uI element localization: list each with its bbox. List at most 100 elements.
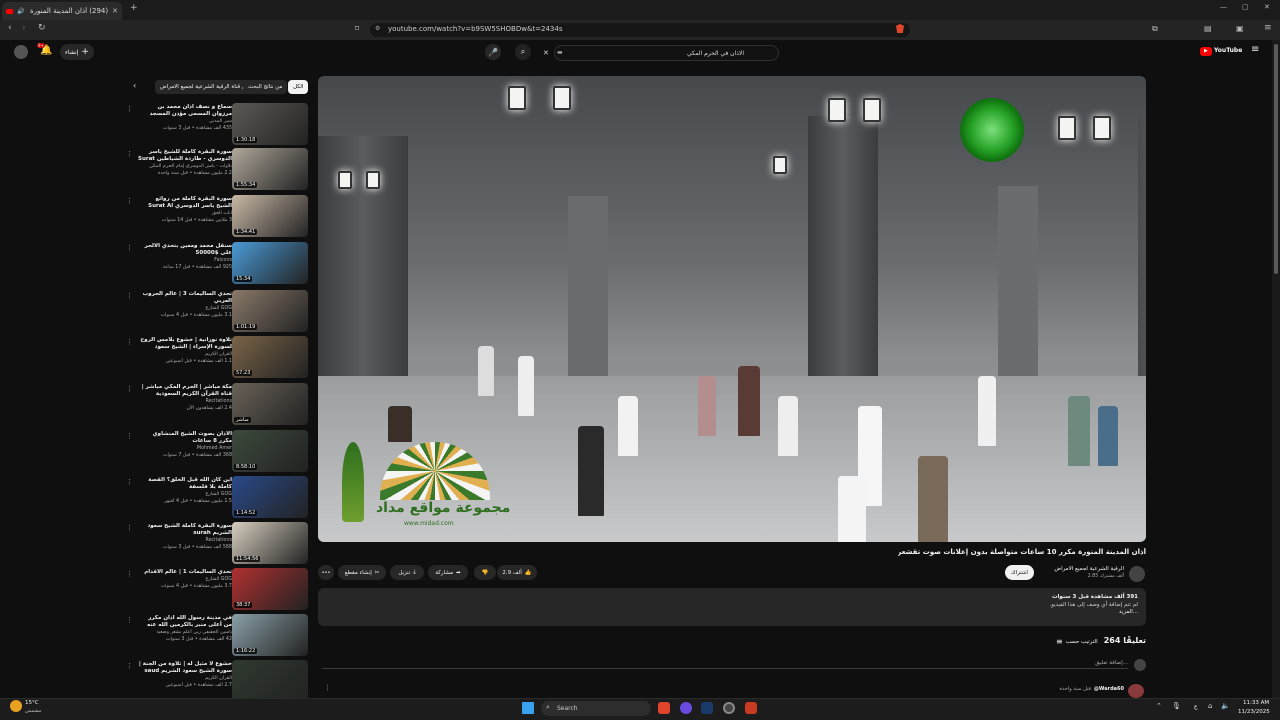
recommendation-menu-icon[interactable]: ⋮ xyxy=(126,197,133,205)
tray-chevron-icon[interactable]: ⌃ xyxy=(1156,702,1162,710)
search-input[interactable]: الاذان في الحرم المكي ✕ ▬ xyxy=(543,45,779,61)
clear-search-icon[interactable]: ✕ xyxy=(543,49,549,57)
messenger-taskbar-icon[interactable] xyxy=(680,702,692,714)
chip-all[interactable]: الكل xyxy=(288,80,309,94)
recommendation-item[interactable]: 1:14:52 أين كان الله قبل الخلق؟ القصة كام… xyxy=(126,476,308,518)
recommendation-thumbnail[interactable]: 1:34:41 xyxy=(232,195,308,237)
recommendation-thumbnail[interactable]: 1:01:19 xyxy=(232,290,308,332)
chrome-taskbar-icon[interactable] xyxy=(723,702,735,714)
recommendation-title[interactable]: سورة البقرة كاملة للشيخ ياسر الدوسري - ط… xyxy=(138,149,232,163)
recommendation-item[interactable]: 38:37 تحدي الساليمات 1 | عالم الأقدام GOG … xyxy=(126,568,308,610)
more-actions-button[interactable]: ••• xyxy=(318,565,334,580)
channel-name[interactable]: الرقية الشرعية لجميع الامراض xyxy=(1036,566,1124,572)
recommendation-channel[interactable]: سير المدني xyxy=(138,118,232,125)
brave-taskbar-icon[interactable] xyxy=(658,702,670,714)
recommendation-channel[interactable]: Mohmed Amer xyxy=(138,445,232,452)
chips-prev-icon[interactable]: ‹ xyxy=(133,81,136,90)
recommendation-menu-icon[interactable]: ⋮ xyxy=(126,524,133,532)
recommendation-title[interactable]: تحدي الساليمات 1 | عالم الأقدام xyxy=(138,569,232,576)
clock-time[interactable]: 11:33 AM xyxy=(1243,700,1269,706)
recommendation-item[interactable]: 1:01:19 تحدي الساليمات 3 | عالم الحروب ال… xyxy=(126,290,308,332)
brave-alt-taskbar-icon[interactable] xyxy=(745,702,757,714)
recommendation-menu-icon[interactable]: ⋮ xyxy=(126,432,133,440)
recommendation-title[interactable]: في مدينة رسول الله أذان مكرر من أعلى منب… xyxy=(138,615,232,629)
recommendation-item[interactable]: 15:34 سنقل محمد ومعين بتحدي الالحر على $5… xyxy=(126,242,308,284)
video-player[interactable]: مجموعة مواقع مداد www.midad.com xyxy=(318,76,1146,542)
add-comment-input[interactable]: إضافة تعليق... xyxy=(322,660,1128,669)
chip-channel[interactable]: من قناة الرقية الشرعية لجميع الامراض xyxy=(155,80,255,94)
recommendation-title[interactable]: سنقل محمد ومعين بتحدي الالحر على $50000 xyxy=(138,243,232,257)
recommendation-menu-icon[interactable]: ⋮ xyxy=(126,105,133,113)
recommendation-channel[interactable]: GOG الشارع xyxy=(138,576,232,583)
download-button[interactable]: تنزيل ⤓ xyxy=(390,565,424,580)
recommendation-title[interactable]: تحدي الساليمات 3 | عالم الحروب العربي xyxy=(138,291,232,305)
sort-button[interactable]: ≡ الترتيب حسب xyxy=(1056,637,1098,646)
recommendation-thumbnail[interactable]: 15:34 xyxy=(232,242,308,284)
weather-icon[interactable] xyxy=(10,700,22,712)
extensions-icon[interactable]: ⧉ xyxy=(1152,24,1158,34)
comment-menu-icon[interactable]: ⋮ xyxy=(324,684,331,692)
new-tab-button[interactable]: + xyxy=(130,3,138,13)
recommendation-title[interactable]: سورة البقرة كاملة من روائع الشيخ ياسر ال… xyxy=(138,196,232,210)
wallet-icon[interactable]: ▣ xyxy=(1236,24,1244,33)
recommendation-title[interactable]: سورة البقرة كاملة الشيخ سعود الشريم sura… xyxy=(138,523,232,537)
menu-icon[interactable]: ≡ xyxy=(1264,23,1272,33)
tray-lang[interactable]: ع xyxy=(1194,703,1198,710)
guide-menu-icon[interactable]: ≡ xyxy=(1251,44,1259,55)
recommendation-title[interactable]: خشوع لا مثيل له | تلاوة من الجنة | سورة … xyxy=(138,661,232,675)
maximize-button[interactable]: ▢ xyxy=(1242,3,1249,11)
channel-avatar[interactable] xyxy=(1129,566,1145,582)
dislike-button[interactable]: 👎 xyxy=(474,565,496,580)
recommendation-channel[interactable]: Recitations xyxy=(138,398,232,405)
voice-search-button[interactable]: 🎤 xyxy=(485,44,501,60)
share-button[interactable]: مشاركة ➦ xyxy=(428,565,468,580)
back-icon[interactable]: ‹ xyxy=(8,23,12,33)
recommendation-channel[interactable]: ياسين الحقيقي ربي أعلم يشعر وضعية xyxy=(138,629,232,636)
recommendation-item[interactable]: مباشر مكة مباشر | الحرم المكي مباشر | قنا… xyxy=(126,383,308,425)
description-more[interactable]: ...المزيد xyxy=(326,609,1138,615)
recommendation-thumbnail[interactable] xyxy=(232,660,308,702)
recommendation-channel[interactable]: Falcons xyxy=(138,257,232,264)
site-info-icon[interactable]: ⚙ xyxy=(375,25,380,32)
tray-mic-icon[interactable]: 🎙 xyxy=(1172,702,1181,710)
recommendation-thumbnail[interactable]: 1:30:18 xyxy=(232,103,308,145)
recommendation-title[interactable]: الأذان بصوت الشيخ المنشاوي مكرر 8 ساعات xyxy=(138,431,232,445)
close-window-button[interactable]: ✕ xyxy=(1264,3,1270,11)
sidebar-icon[interactable]: ▤ xyxy=(1204,24,1212,33)
recommendation-title[interactable]: أين كان الله قبل الخلق؟ القصة كاملة بلا … xyxy=(138,477,232,491)
minimize-button[interactable]: — xyxy=(1220,3,1227,11)
recommendation-item[interactable]: 1:16:22 في مدينة رسول الله أذان مكرر من أ… xyxy=(126,614,308,656)
recommendation-thumbnail[interactable]: 38:37 xyxy=(232,568,308,610)
subscribe-button[interactable]: اشتراك xyxy=(1005,565,1034,580)
scrollbar-thumb[interactable] xyxy=(1274,44,1278,274)
recommendation-title[interactable]: سماع و نصف أذان محمد بن مرزوان المسعى مؤ… xyxy=(138,104,232,118)
recommendation-thumbnail[interactable]: مباشر xyxy=(232,383,308,425)
comment-author[interactable]: @Warda60 xyxy=(1094,686,1124,692)
recommendation-channel[interactable]: القرآن الكريم xyxy=(138,675,232,682)
recommendation-channel[interactable]: GOG الشارع xyxy=(138,491,232,498)
recommendation-item[interactable]: 1:55:34 سورة البقرة كاملة للشيخ ياسر الدو… xyxy=(126,148,308,190)
recommendation-title[interactable]: تلاوة نورانية | خشوع بلامس الروح لسورة ا… xyxy=(138,337,232,351)
chip-from-search[interactable]: من نتائج البحث xyxy=(243,80,288,94)
recommendation-menu-icon[interactable]: ⋮ xyxy=(126,292,133,300)
description-box[interactable]: 391 ألف مشاهدة قبل 3 سنوات لم تتم إضافة … xyxy=(318,588,1146,626)
create-button[interactable]: إنشاء + xyxy=(60,44,94,60)
recommendation-channel[interactable]: Recitations xyxy=(138,537,232,544)
tray-network-icon[interactable]: ⌂ xyxy=(1208,702,1212,710)
clip-button[interactable]: إنشاء مقطع ✂ xyxy=(338,565,386,580)
recommendation-title[interactable]: مكة مباشر | الحرم المكي مباشر | قناة الق… xyxy=(138,384,232,398)
recommendation-thumbnail[interactable]: 8:58:10 xyxy=(232,430,308,472)
recommendation-thumbnail[interactable]: 57:23 xyxy=(232,336,308,378)
recommendation-thumbnail[interactable]: 11:54:56 xyxy=(232,522,308,564)
recommendation-item[interactable]: 11:54:56 سورة البقرة كاملة الشيخ سعود الش… xyxy=(126,522,308,564)
recommendation-item[interactable]: 1:34:41 سورة البقرة كاملة من روائع الشيخ … xyxy=(126,195,308,237)
recommendation-channel[interactable]: GOG الشارع xyxy=(138,305,232,312)
recommendation-item[interactable]: خشوع لا مثيل له | تلاوة من الجنة | سورة … xyxy=(126,660,308,702)
recommendation-menu-icon[interactable]: ⋮ xyxy=(126,338,133,346)
tray-volume-icon[interactable]: 🔈 xyxy=(1221,702,1230,710)
recommendation-thumbnail[interactable]: 1:55:34 xyxy=(232,148,308,190)
recommendation-thumbnail[interactable]: 1:14:52 xyxy=(232,476,308,518)
search-button[interactable]: ⌕ xyxy=(515,44,531,60)
recommendation-menu-icon[interactable]: ⋮ xyxy=(126,662,133,670)
recommendation-item[interactable]: 8:58:10 الأذان بصوت الشيخ المنشاوي مكرر 8… xyxy=(126,430,308,472)
